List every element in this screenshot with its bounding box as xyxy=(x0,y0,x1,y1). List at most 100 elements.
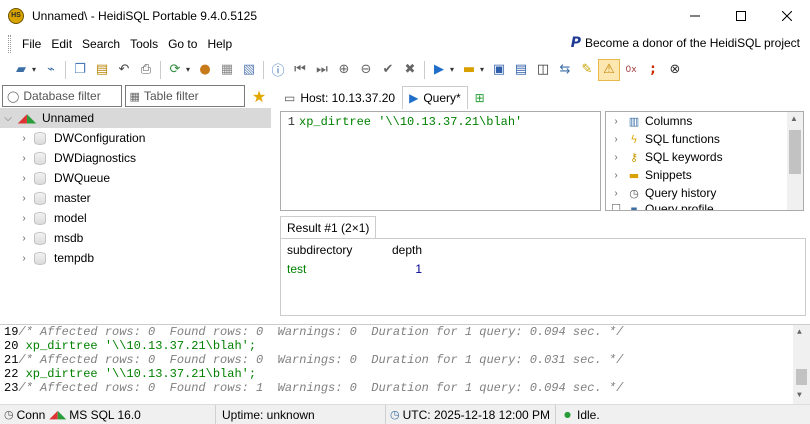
disconnect-button[interactable]: ⌁ xyxy=(40,59,62,81)
scroll-up-icon[interactable]: ▲ xyxy=(797,328,802,337)
open-dropdown-icon[interactable]: ▾ xyxy=(480,65,488,74)
tab-query[interactable]: ▶ Query* xyxy=(402,86,468,109)
warning-button[interactable]: ⚠ xyxy=(598,58,620,81)
table-cell[interactable]: test xyxy=(281,262,381,276)
minimize-button[interactable] xyxy=(672,0,718,31)
tree-root-unnamed[interactable]: ⌵ ◢ ◣ Unnamed xyxy=(0,108,271,128)
expand-icon[interactable]: › xyxy=(16,153,32,164)
post-button[interactable]: ✔ xyxy=(377,59,399,81)
binary-button[interactable]: 0x xyxy=(620,59,642,81)
helpers-scrollbar[interactable]: ▲ xyxy=(787,112,803,210)
session-manager-icon: ▰ xyxy=(16,62,26,77)
cancel-edit-button[interactable]: ✖ xyxy=(399,59,421,81)
helper-sql-functions[interactable]: › ϟ SQL functions xyxy=(606,130,803,148)
expand-icon[interactable]: › xyxy=(16,233,32,244)
execute-dropdown-icon[interactable]: ▾ xyxy=(450,65,458,74)
format-sql-button[interactable]: ✎ xyxy=(576,59,598,81)
new-query-tab-button[interactable]: ⊞ xyxy=(468,86,492,109)
expand-icon[interactable]: › xyxy=(16,193,32,204)
tab-host[interactable]: ▭ Host: 10.13.37.20 xyxy=(277,86,402,109)
maximize-button[interactable] xyxy=(718,0,764,31)
help-button[interactable]: ⓘ xyxy=(267,59,289,81)
table-filter-input[interactable]: ▦ Table filter xyxy=(124,85,246,107)
print-button[interactable]: ⎙ xyxy=(135,59,157,81)
folder-icon: ▬ xyxy=(628,168,640,182)
copy-button[interactable]: ❐ xyxy=(69,59,91,81)
close-button[interactable] xyxy=(764,0,810,31)
expand-icon[interactable]: › xyxy=(606,188,626,199)
last-button[interactable]: ⏭ xyxy=(311,59,333,81)
scroll-up-icon[interactable]: ▲ xyxy=(790,114,798,123)
expand-icon[interactable]: › xyxy=(16,133,32,144)
column-header[interactable]: subdirectory xyxy=(281,243,381,257)
save-sql-button[interactable]: ▣ xyxy=(488,59,510,81)
collapse-icon[interactable]: ⌵ xyxy=(0,113,16,124)
helpers-scroll-thumb[interactable] xyxy=(789,130,801,174)
column-header[interactable]: depth xyxy=(381,243,425,257)
session-dropdown-icon[interactable]: ▾ xyxy=(32,65,40,74)
import-button[interactable]: ▦ xyxy=(216,59,238,81)
database-filter-input[interactable]: ◯ Database filter xyxy=(2,85,122,107)
tree-item-database[interactable]: › DWQueue xyxy=(0,168,271,188)
user-manager-button[interactable]: ● xyxy=(194,59,216,81)
helper-query-profile[interactable]: ☐ ▪ Query profile xyxy=(606,202,803,211)
tree-item-database[interactable]: › DWConfiguration xyxy=(0,128,271,148)
execute-button[interactable]: ▶ xyxy=(428,59,450,81)
scroll-down-icon[interactable]: ▼ xyxy=(797,391,802,400)
first-button[interactable]: ⏮ xyxy=(289,59,311,81)
sql-editor[interactable]: 1 xp_dirtree '\\10.13.37.21\blah' xyxy=(280,111,601,211)
log-scroll-thumb[interactable] xyxy=(796,369,807,385)
undo-button[interactable]: ↶ xyxy=(113,59,135,81)
helper-columns[interactable]: › ▥ Columns xyxy=(606,112,803,130)
tree-item-database[interactable]: › msdb xyxy=(0,228,271,248)
menu-help[interactable]: Help xyxy=(202,37,237,51)
expand-icon[interactable]: › xyxy=(16,213,32,224)
stop-button[interactable]: ⊗ xyxy=(664,59,686,81)
delete-row-button[interactable]: ⊖ xyxy=(355,59,377,81)
expand-icon[interactable]: › xyxy=(606,116,626,127)
replace-button[interactable]: ⇆ xyxy=(554,59,576,81)
semicolon-button[interactable]: ; xyxy=(642,59,664,81)
favorites-button[interactable]: ★ xyxy=(248,85,270,107)
checkbox-icon[interactable]: ☐ xyxy=(606,202,626,210)
tree-item-database[interactable]: › model xyxy=(0,208,271,228)
refresh-icon: ⟳ xyxy=(169,62,181,77)
sql-log[interactable]: 19/* Affected rows: 0 Found rows: 0 Warn… xyxy=(0,324,810,404)
menu-file[interactable]: File xyxy=(17,37,46,51)
result-grid[interactable]: subdirectory depth test 1 xyxy=(280,238,806,316)
mssql-server-icon: ◢◣ xyxy=(49,408,67,421)
expand-icon[interactable]: › xyxy=(606,134,626,145)
menu-goto[interactable]: Go to xyxy=(163,37,202,51)
toolbar-separator xyxy=(263,60,264,79)
open-sql-file-button[interactable]: ▬ xyxy=(458,59,480,81)
helper-query-history[interactable]: › ◷ Query history xyxy=(606,184,803,202)
refresh-dropdown-icon[interactable]: ▾ xyxy=(186,65,194,74)
save-snippet-button[interactable]: ▤ xyxy=(510,59,532,81)
tree-item-database[interactable]: › tempdb xyxy=(0,248,271,268)
expand-icon[interactable]: › xyxy=(606,152,626,163)
session-manager-button[interactable]: ▰ xyxy=(10,59,32,81)
table-row[interactable]: test 1 xyxy=(281,261,805,277)
helper-sql-keywords[interactable]: › ⚷ SQL keywords xyxy=(606,148,803,166)
export-button[interactable]: ▧ xyxy=(238,59,260,81)
helper-snippets[interactable]: › ▬ Snippets xyxy=(606,166,803,184)
log-scrollbar[interactable]: ▲ ▼ xyxy=(793,325,810,404)
menu-edit[interactable]: Edit xyxy=(46,37,77,51)
refresh-button[interactable]: ⟳ xyxy=(164,59,186,81)
expand-icon[interactable]: › xyxy=(606,170,626,181)
tree-item-database[interactable]: › master xyxy=(0,188,271,208)
tree-item-database[interactable]: › DWDiagnostics xyxy=(0,148,271,168)
binoculars-button[interactable]: ◫ xyxy=(532,59,554,81)
menu-tools[interactable]: Tools xyxy=(125,37,163,51)
expand-icon[interactable]: › xyxy=(16,253,32,264)
table-cell[interactable]: 1 xyxy=(381,262,425,276)
expand-icon[interactable]: › xyxy=(16,173,32,184)
donor-link[interactable]: P Become a donor of the HeidiSQL project xyxy=(571,35,800,51)
menu-search[interactable]: Search xyxy=(77,37,125,51)
profile-icon: ▪ xyxy=(630,202,638,211)
insert-row-button[interactable]: ⊕ xyxy=(333,59,355,81)
paste-button[interactable]: ▤ xyxy=(91,59,113,81)
database-icon xyxy=(34,191,46,205)
database-icon xyxy=(34,231,46,245)
tab-result-1[interactable]: Result #1 (2×1) xyxy=(280,216,377,238)
